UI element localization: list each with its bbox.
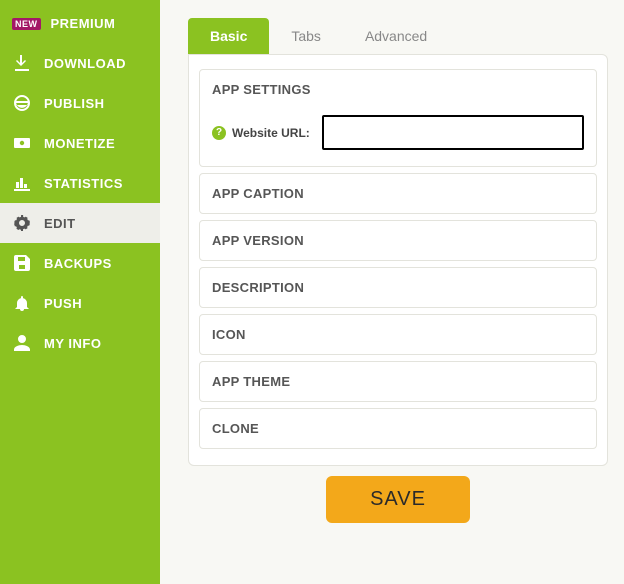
section-title: ICON [200,315,596,354]
sidebar-item-label: PUBLISH [44,96,105,111]
money-icon [12,135,32,151]
download-icon [12,55,32,71]
sidebar-item-statistics[interactable]: STATISTICS [0,163,160,203]
sidebar: NEW PREMIUM DOWNLOAD PUBLISH MONETIZE ST… [0,0,160,584]
tab-advanced[interactable]: Advanced [343,18,449,54]
user-icon [12,335,32,351]
website-url-label: Website URL: [232,126,310,140]
section-icon[interactable]: ICON [199,314,597,355]
sidebar-item-premium[interactable]: NEW PREMIUM [0,4,160,43]
bell-icon [12,295,32,311]
section-title: APP SETTINGS [200,70,596,109]
save-icon [12,255,32,271]
section-body: ? Website URL: [200,109,596,166]
globe-icon [12,95,32,111]
section-title: CLONE [200,409,596,448]
new-badge: NEW [12,18,41,30]
section-app-version[interactable]: APP VERSION [199,220,597,261]
sidebar-item-label: EDIT [44,216,76,231]
main-panel: Basic Tabs Advanced APP SETTINGS ? Websi… [160,0,624,584]
sidebar-item-push[interactable]: PUSH [0,283,160,323]
sidebar-item-label: MONETIZE [44,136,115,151]
tab-tabs[interactable]: Tabs [269,18,343,54]
sidebar-item-label: BACKUPS [44,256,112,271]
sidebar-item-publish[interactable]: PUBLISH [0,83,160,123]
save-label: SAVE [370,488,426,510]
tab-basic[interactable]: Basic [188,18,269,54]
save-row: SAVE [188,466,608,523]
sidebar-item-edit[interactable]: EDIT [0,203,160,243]
tab-label: Tabs [291,28,321,44]
sidebar-item-backups[interactable]: BACKUPS [0,243,160,283]
tab-label: Advanced [365,28,427,44]
chart-icon [12,175,32,191]
website-url-input[interactable] [322,115,584,150]
sidebar-item-monetize[interactable]: MONETIZE [0,123,160,163]
section-title: APP THEME [200,362,596,401]
section-title: APP VERSION [200,221,596,260]
section-app-theme[interactable]: APP THEME [199,361,597,402]
sidebar-item-label: PREMIUM [51,16,116,31]
section-app-settings: APP SETTINGS ? Website URL: [199,69,597,167]
gears-icon [12,215,32,231]
section-title: APP CAPTION [200,174,596,213]
save-button[interactable]: SAVE [326,476,470,523]
section-app-caption[interactable]: APP CAPTION [199,173,597,214]
help-icon[interactable]: ? [212,126,226,140]
sidebar-item-myinfo[interactable]: MY INFO [0,323,160,363]
section-description[interactable]: DESCRIPTION [199,267,597,308]
sidebar-item-label: MY INFO [44,336,101,351]
sidebar-item-label: DOWNLOAD [44,56,126,71]
sidebar-item-label: PUSH [44,296,82,311]
tab-label: Basic [210,28,247,44]
sidebar-item-label: STATISTICS [44,176,123,191]
section-title: DESCRIPTION [200,268,596,307]
sidebar-item-download[interactable]: DOWNLOAD [0,43,160,83]
tab-bar: Basic Tabs Advanced [188,18,608,54]
section-clone[interactable]: CLONE [199,408,597,449]
panel: APP SETTINGS ? Website URL: APP CAPTION … [188,54,608,466]
